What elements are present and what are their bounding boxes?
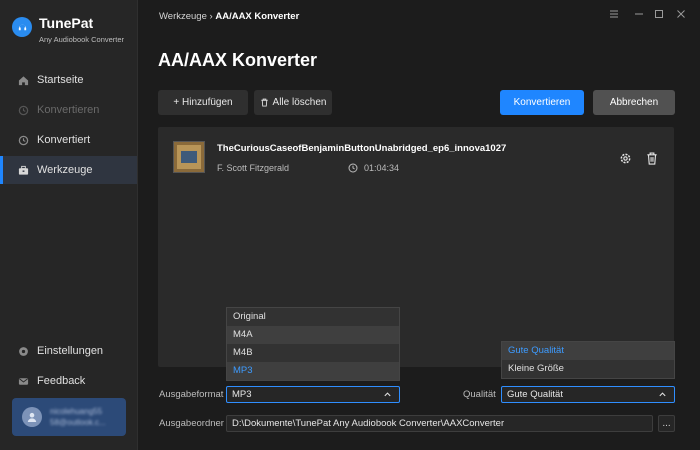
convert-button-label: Konvertieren: [513, 97, 571, 108]
cancel-button-label: Abbrechen: [609, 97, 659, 108]
chevron-up-icon: [658, 390, 667, 402]
delete-trash-icon[interactable]: [645, 151, 659, 165]
mail-icon: [18, 376, 29, 387]
close-icon[interactable]: [674, 9, 688, 22]
maximize-icon[interactable]: [652, 9, 666, 22]
output-folder-path: D:\Dokumente\TunePat Any Audiobook Conve…: [232, 418, 505, 429]
sidebar-item-konvertiert[interactable]: Konvertiert: [0, 126, 137, 154]
format-option-m4b[interactable]: M4B: [227, 344, 399, 362]
track-author: F. Scott Fitzgerald: [217, 163, 290, 173]
main-content: Werkzeuge › AA/AAX Konverter AA/AAX Konv…: [138, 0, 700, 450]
page-title: AA/AAX Konverter: [158, 50, 318, 70]
settings-gear-icon[interactable]: [618, 151, 632, 165]
app-logo-icon: [12, 17, 32, 37]
toolbox-icon: [18, 165, 29, 176]
add-button-label: + Hinzufügen: [173, 97, 233, 108]
sidebar-item-label: Konvertiert: [37, 134, 91, 146]
track-title: TheCuriousCaseofBenjaminButtonUnabridged…: [217, 143, 507, 154]
sidebar-item-label: Feedback: [37, 375, 86, 387]
cancel-button[interactable]: Abbrechen: [593, 90, 675, 115]
quality-dropdown-menu: Gute Qualität Kleine Größe: [501, 341, 675, 379]
duration-value: 01:04:34: [364, 163, 400, 173]
quality-option-small[interactable]: Kleine Größe: [502, 360, 674, 378]
app-name: TunePat: [39, 15, 94, 31]
format-option-mp3[interactable]: MP3: [227, 362, 399, 380]
gear-icon: [18, 346, 29, 357]
format-select[interactable]: MP3: [226, 386, 400, 403]
sidebar-item-feedback[interactable]: Feedback: [0, 367, 137, 395]
quality-label: Qualität: [463, 389, 496, 400]
output-folder-label: Ausgabeordner: [159, 418, 224, 429]
breadcrumb-parent[interactable]: Werkzeuge: [159, 11, 207, 22]
sidebar-item-label: Konvertieren: [37, 104, 100, 116]
breadcrumb: Werkzeuge › AA/AAX Konverter: [159, 11, 299, 22]
user-email: 58@outlook.c...: [50, 418, 106, 427]
cover-image: [173, 141, 205, 173]
menu-icon[interactable]: [607, 9, 621, 22]
sidebar-item-konvertieren[interactable]: Konvertieren: [0, 96, 137, 124]
output-folder-field[interactable]: D:\Dokumente\TunePat Any Audiobook Conve…: [226, 415, 653, 432]
user-name: nicolehuang55: [50, 407, 103, 416]
sidebar-item-label: Startseite: [37, 74, 84, 86]
chevron-up-icon: [383, 390, 392, 402]
home-icon: [18, 75, 29, 86]
format-option-original[interactable]: Original: [227, 308, 399, 326]
quality-select-value: Gute Qualität: [507, 389, 563, 400]
browse-folder-button[interactable]: ...: [658, 415, 675, 432]
trash-icon: [260, 98, 269, 107]
sidebar-item-startseite[interactable]: Startseite: [0, 66, 137, 94]
browse-label: ...: [662, 418, 671, 429]
clock-icon: [18, 135, 29, 146]
app-subtitle: Any Audiobook Converter: [39, 35, 125, 44]
format-option-m4a[interactable]: M4A: [227, 326, 399, 344]
format-dropdown-menu: Original M4A M4B MP3: [226, 307, 400, 381]
sidebar-item-label: Einstellungen: [37, 345, 104, 357]
track-duration: 01:04:34: [348, 163, 399, 173]
clear-all-button[interactable]: Alle löschen: [254, 90, 332, 115]
quality-option-good[interactable]: Gute Qualität: [502, 342, 674, 360]
sidebar: TunePat Any Audiobook Converter Startsei…: [0, 0, 138, 450]
add-button[interactable]: + Hinzufügen: [158, 90, 248, 115]
user-account[interactable]: nicolehuang55 58@outlook.c...: [12, 398, 126, 436]
avatar: [22, 407, 42, 427]
format-select-value: MP3: [232, 389, 252, 400]
brand: TunePat Any Audiobook Converter: [12, 14, 124, 44]
quality-select[interactable]: Gute Qualität: [501, 386, 675, 403]
minimize-icon[interactable]: [632, 9, 646, 22]
convert-icon: [18, 105, 29, 116]
breadcrumb-separator: ›: [209, 11, 213, 22]
convert-button[interactable]: Konvertieren: [500, 90, 584, 115]
sidebar-item-label: Werkzeuge: [37, 164, 93, 176]
clock-icon: [348, 163, 358, 173]
clear-all-label: Alle löschen: [272, 97, 327, 108]
sidebar-item-einstellungen[interactable]: Einstellungen: [0, 337, 137, 365]
format-label: Ausgabeformat: [159, 389, 224, 400]
breadcrumb-current: AA/AAX Konverter: [215, 11, 300, 22]
sidebar-item-werkzeuge[interactable]: Werkzeuge: [0, 156, 137, 184]
